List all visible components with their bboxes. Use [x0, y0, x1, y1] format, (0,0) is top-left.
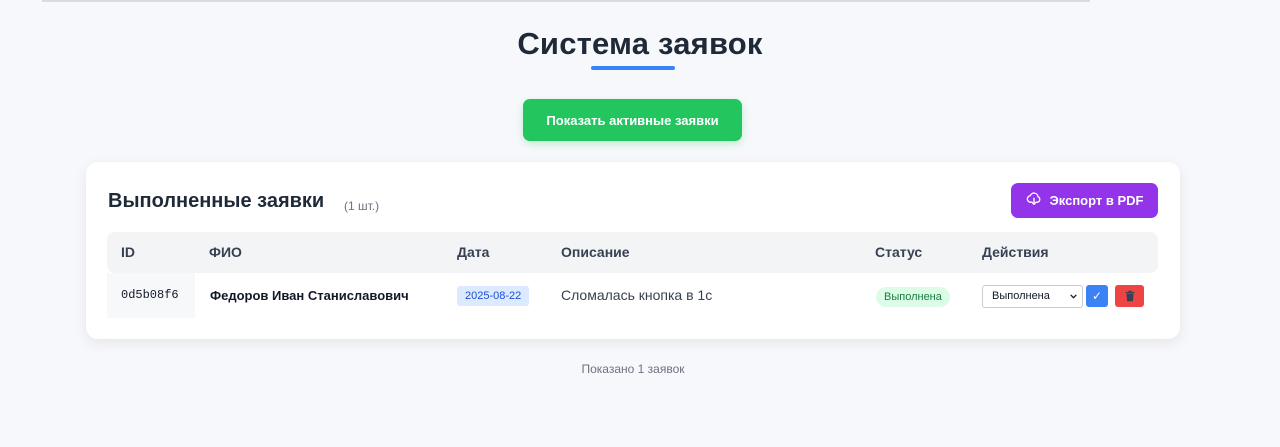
trash-icon — [1125, 290, 1134, 302]
card-count: (1 шт.) — [344, 199, 380, 213]
export-pdf-label: Экспорт в PDF — [1049, 193, 1144, 208]
date-badge: 2025-08-22 — [457, 286, 530, 306]
card-title: Выполненные заявки — [108, 190, 325, 212]
request-id: 0d5b08f6 — [107, 273, 195, 318]
column-header-id: ID — [121, 244, 135, 260]
check-icon: ✓ — [1091, 289, 1103, 303]
title-underline — [591, 66, 675, 70]
show-active-requests-button[interactable]: Показать активные заявки — [523, 99, 742, 141]
cloud-download-icon — [1026, 191, 1042, 210]
shown-count: Показано 1 заявок — [581, 362, 685, 376]
request-name: Федоров Иван Станиславович — [210, 288, 409, 303]
status-badge: Выполнена — [876, 287, 950, 307]
column-header-status: Статус — [875, 244, 923, 260]
table-header: ID ФИО Дата Описание Статус Действия — [107, 232, 1158, 273]
status-select-value: Выполнена — [992, 290, 1050, 302]
export-pdf-button[interactable]: Экспорт в PDF — [1011, 183, 1158, 218]
page-title: Система заявок — [517, 26, 763, 61]
confirm-status-button[interactable]: ✓ — [1086, 285, 1108, 307]
status-select[interactable]: Выполнена — [982, 285, 1083, 308]
chevron-down-icon — [1070, 294, 1077, 299]
table-row: 0d5b08f6 Федоров Иван Станиславович 2025… — [107, 273, 1158, 318]
delete-request-button[interactable] — [1115, 285, 1144, 307]
column-header-actions: Действия — [982, 244, 1049, 260]
top-divider — [42, 0, 1090, 2]
request-description: Сломалась кнопка в 1с — [561, 287, 713, 303]
column-header-date: Дата — [457, 244, 490, 260]
completed-requests-card: Выполненные заявки (1 шт.) Экспорт в PDF… — [86, 162, 1180, 339]
column-header-name: ФИО — [209, 244, 242, 260]
column-header-description: Описание — [561, 244, 630, 260]
